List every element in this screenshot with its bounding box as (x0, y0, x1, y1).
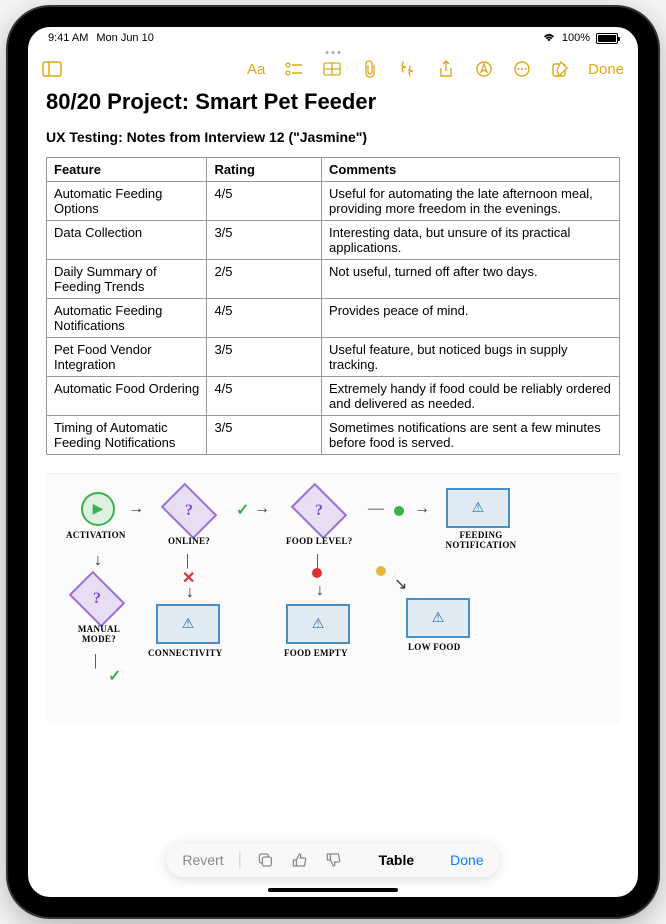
ipad-device-frame: 9:41 AM Mon Jun 10 100% Aa (8, 7, 658, 917)
share-icon[interactable] (436, 59, 456, 79)
sketch-label: ACTIVATION (66, 530, 126, 540)
table-row[interactable]: Automatic Food Ordering4/5Extremely hand… (47, 377, 620, 416)
arrow-icon: → (254, 500, 270, 518)
battery-icon (596, 33, 618, 44)
mode-label: Table (379, 852, 415, 868)
table-header-row: Feature Rating Comments (47, 158, 620, 182)
status-bar: 9:41 AM Mon Jun 10 100% (28, 27, 638, 49)
sketch-decision-node: ? (291, 483, 348, 540)
markup-icon[interactable] (474, 59, 494, 79)
sketch-label: FOOD LEVEL? (286, 536, 353, 546)
th-rating: Rating (207, 158, 322, 182)
sketch-process-node: ⚠ (286, 604, 350, 644)
notes-toolbar: Aa (28, 49, 638, 89)
multitask-dots-icon[interactable] (326, 51, 341, 54)
th-comments: Comments (322, 158, 620, 182)
table-row[interactable]: Data Collection3/5Interesting data, but … (47, 221, 620, 260)
sketch-decision-node: ? (69, 571, 126, 628)
sketch-label: FEEDING NOTIFICATION (441, 530, 521, 550)
sketch-label: LOW FOOD (408, 642, 461, 652)
attachment-icon[interactable] (360, 59, 380, 79)
feedback-table[interactable]: Feature Rating Comments Automatic Feedin… (46, 157, 620, 455)
toolbar-done-button[interactable]: Done (450, 852, 483, 868)
battery-percent: 100% (562, 32, 590, 44)
green-dot-icon (394, 506, 404, 516)
sidebar-toggle-icon[interactable] (42, 59, 62, 79)
arrow-icon: ↓ (94, 552, 102, 570)
arrow-icon: ↘ (394, 574, 407, 594)
sketch-process-node: ⚠ (406, 598, 470, 638)
arrow-icon: ↓ (316, 582, 324, 600)
table-row[interactable]: Automatic Feeding Notifications4/5Provid… (47, 299, 620, 338)
more-icon[interactable] (512, 59, 532, 79)
sketch-label: FOOD EMPTY (284, 648, 348, 658)
sketch-start-node: ▶ (81, 492, 115, 526)
sketch-process-node: ⚠ (446, 488, 510, 528)
ai-sparkle-icon[interactable] (398, 59, 418, 79)
sketch-label: CONNECTIVITY (148, 648, 223, 658)
sketch-label: ONLINE? (168, 536, 210, 546)
arrow-icon: | (94, 652, 97, 670)
arrow-icon: — (368, 500, 384, 518)
text-format-icon[interactable]: Aa (246, 59, 266, 79)
divider (240, 851, 241, 869)
arrow-icon: → (414, 500, 430, 518)
handwriting-toolbar: Revert Table Done (166, 843, 499, 877)
sketch-label: MANUAL MODE? (64, 624, 134, 644)
done-button[interactable]: Done (588, 61, 624, 78)
table-row[interactable]: Daily Summary of Feeding Trends2/5Not us… (47, 260, 620, 299)
note-subtitle: UX Testing: Notes from Interview 12 ("Ja… (46, 129, 620, 145)
red-dot-icon (312, 568, 322, 578)
note-title: 80/20 Project: Smart Pet Feeder (46, 89, 620, 115)
compose-icon[interactable] (550, 59, 570, 79)
table-row[interactable]: Timing of Automatic Feeding Notification… (47, 416, 620, 455)
thumbs-down-icon[interactable] (325, 851, 343, 869)
note-content[interactable]: 80/20 Project: Smart Pet Feeder UX Testi… (28, 89, 638, 897)
arrow-icon: → (128, 500, 144, 518)
copy-icon[interactable] (257, 851, 275, 869)
wifi-icon (542, 33, 556, 43)
yellow-dot-icon (376, 566, 386, 576)
th-feature: Feature (47, 158, 207, 182)
checklist-icon[interactable] (284, 59, 304, 79)
screen: 9:41 AM Mon Jun 10 100% Aa (28, 27, 638, 897)
arrow-icon: ↓ (186, 584, 194, 602)
table-row[interactable]: Automatic Feeding Options4/5Useful for a… (47, 182, 620, 221)
sketch-decision-node: ? (161, 483, 218, 540)
thumbs-up-icon[interactable] (291, 851, 309, 869)
home-indicator[interactable] (268, 888, 398, 892)
check-icon: ✓ (236, 500, 249, 520)
check-icon: ✓ (108, 666, 121, 686)
table-icon[interactable] (322, 59, 342, 79)
table-row[interactable]: Pet Food Vendor Integration3/5Useful fea… (47, 338, 620, 377)
sketch-process-node: ⚠ (156, 604, 220, 644)
status-time: 9:41 AM (48, 32, 88, 44)
revert-button[interactable]: Revert (182, 852, 223, 868)
handwritten-flowchart[interactable]: ▶ ACTIVATION → ? ONLINE? ✓ → ? FOOD LEVE… (46, 473, 620, 723)
status-date: Mon Jun 10 (96, 32, 153, 44)
